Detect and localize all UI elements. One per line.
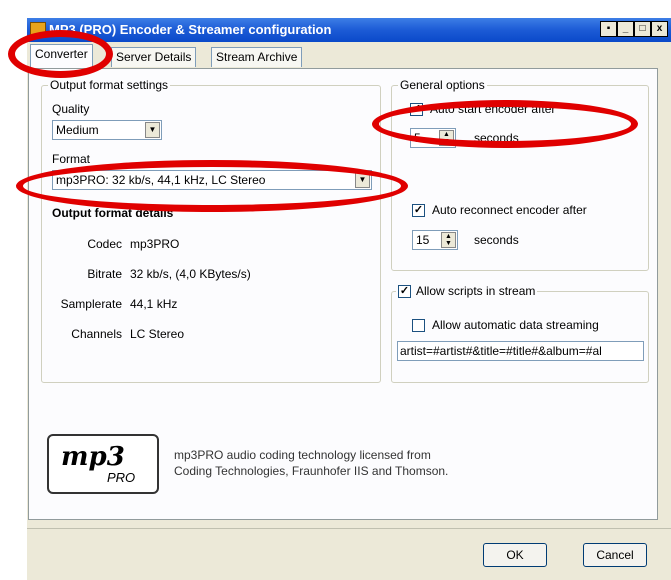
license-line-2: Coding Technologies, Fraunhofer IIS and … xyxy=(174,464,449,478)
chevron-down-icon[interactable]: ▼ xyxy=(355,172,370,188)
auto-start-checkbox[interactable]: ✓ xyxy=(410,103,423,116)
output-format-group: Output format settings Quality Medium ▼ … xyxy=(41,78,381,383)
metadata-template-value: artist=#artist#&title=#title#&album=#al xyxy=(400,344,602,358)
special-window-button[interactable]: ▪ xyxy=(600,21,617,37)
auto-reconnect-label: Auto reconnect encoder after xyxy=(432,203,587,217)
minimize-button[interactable]: _ xyxy=(617,21,634,37)
allow-scripts-label: Allow scripts in stream xyxy=(416,284,536,298)
dialog-footer: OK Cancel xyxy=(27,528,671,580)
spinner-arrows-icon[interactable]: ▲ ▼ xyxy=(439,130,454,146)
output-format-group-title: Output format settings xyxy=(48,78,171,92)
format-select[interactable]: mp3PRO: 32 kb/s, 44,1 kHz, LC Stereo ▼ xyxy=(52,170,372,190)
auto-reconnect-seconds-value: 15 xyxy=(416,233,430,247)
scripts-group-header: ✓ Allow scripts in stream xyxy=(396,284,538,299)
channels-value: LC Stereo xyxy=(130,327,185,341)
auto-reconnect-seconds-spinner[interactable]: 15 ▲ ▼ xyxy=(412,230,458,250)
title-bar[interactable]: MP3 (PRO) Encoder & Streamer configurati… xyxy=(27,18,671,42)
auto-start-seconds-value: 5 xyxy=(414,131,421,145)
config-window: MP3 (PRO) Encoder & Streamer configurati… xyxy=(27,18,671,580)
general-options-group: General options ✓ Auto start encoder aft… xyxy=(391,78,649,271)
bitrate-label: Bitrate xyxy=(87,267,122,281)
auto-start-seconds-spinner[interactable]: 5 ▲ ▼ xyxy=(410,128,456,148)
auto-start-seconds-label: seconds xyxy=(474,131,519,145)
license-line-1: mp3PRO audio coding technology licensed … xyxy=(174,448,431,462)
converter-panel: Output format settings Quality Medium ▼ … xyxy=(28,68,658,520)
logo-main-text: mp3 xyxy=(61,442,125,472)
metadata-template-input[interactable]: artist=#artist#&title=#title#&album=#al xyxy=(397,341,644,361)
auto-start-label: Auto start encoder after xyxy=(430,102,556,116)
samplerate-value: 44,1 kHz xyxy=(130,297,178,311)
output-details-title: Output format details xyxy=(52,206,174,220)
allow-data-label: Allow automatic data streaming xyxy=(432,318,599,332)
auto-reconnect-seconds-label: seconds xyxy=(474,233,519,247)
allow-scripts-checkbox[interactable]: ✓ xyxy=(398,285,411,299)
quality-label: Quality xyxy=(52,102,90,116)
general-options-title: General options xyxy=(398,78,487,92)
codec-value: mp3PRO xyxy=(130,237,180,251)
spinner-arrows-icon[interactable]: ▲ ▼ xyxy=(441,232,456,248)
ok-button[interactable]: OK xyxy=(483,543,547,567)
window-title: MP3 (PRO) Encoder & Streamer configurati… xyxy=(49,22,332,37)
maximize-button[interactable]: □ xyxy=(634,21,651,37)
quality-value: Medium xyxy=(56,123,99,137)
bitrate-value: 32 kb/s, (4,0 KBytes/s) xyxy=(130,267,251,281)
tab-server-details[interactable]: Server Details xyxy=(111,47,197,67)
app-icon xyxy=(30,22,46,38)
format-value: mp3PRO: 32 kb/s, 44,1 kHz, LC Stereo xyxy=(56,173,266,187)
codec-label: Codec xyxy=(87,237,122,251)
mp3pro-logo: mp3 PRO xyxy=(47,434,159,494)
cancel-button[interactable]: Cancel xyxy=(583,543,647,567)
tab-strip: Converter Server Details Stream Archive xyxy=(27,42,671,69)
close-button[interactable]: x xyxy=(651,21,668,37)
quality-select[interactable]: Medium ▼ xyxy=(52,120,162,140)
auto-reconnect-checkbox[interactable]: ✓ xyxy=(412,204,425,217)
allow-data-checkbox[interactable] xyxy=(412,319,425,332)
samplerate-label: Samplerate xyxy=(60,297,122,311)
tab-converter[interactable]: Converter xyxy=(30,44,93,68)
chevron-down-icon[interactable]: ▼ xyxy=(145,122,160,138)
channels-label: Channels xyxy=(71,327,122,341)
tab-stream-archive[interactable]: Stream Archive xyxy=(211,47,303,67)
format-label: Format xyxy=(52,152,91,166)
scripts-group: ✓ Allow scripts in stream Allow automatic… xyxy=(391,284,649,383)
logo-sub-text: PRO xyxy=(107,470,136,485)
